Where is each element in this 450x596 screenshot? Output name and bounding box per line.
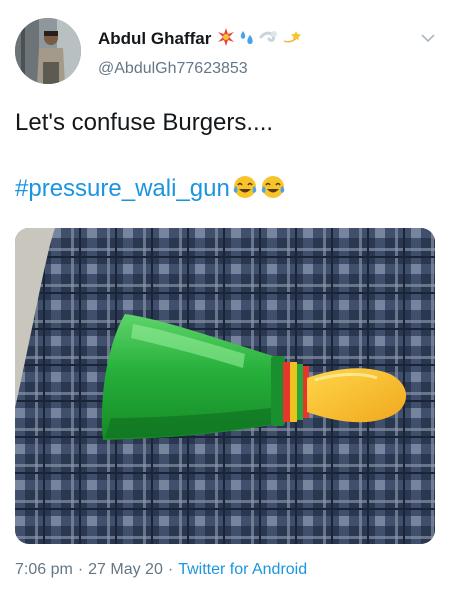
author-name-row: Abdul Ghaffar [98, 27, 302, 51]
avatar[interactable] [15, 18, 81, 84]
tweet-card: Abdul Ghaffar @AbdulGh77623853 Let's con… [0, 0, 450, 596]
chevron-down-icon[interactable] [418, 30, 438, 46]
face-with-tears-of-joy-icon [232, 174, 258, 205]
tweet-date[interactable]: 27 May 20 [88, 561, 163, 579]
hashtag-link[interactable]: #pressure_wali_gun [15, 175, 230, 203]
tweet-time[interactable]: 7:06 pm [15, 561, 73, 579]
dash-icon [259, 28, 279, 51]
author-display-name[interactable]: Abdul Ghaffar [98, 29, 211, 49]
meta-separator: · [77, 561, 84, 578]
dizzy-star-icon [282, 29, 302, 50]
tweet-source-link[interactable]: Twitter for Android [178, 561, 307, 579]
sweat-droplets-icon [238, 28, 256, 51]
tweet-hashtag-line: #pressure_wali_gun [15, 173, 286, 205]
meta-separator: · [167, 561, 174, 578]
face-with-tears-of-joy-icon [260, 174, 286, 205]
tweet-photo[interactable] [15, 228, 435, 544]
author-handle[interactable]: @AbdulGh77623853 [98, 60, 248, 78]
tweet-text: Let's confuse Burgers.... [15, 109, 274, 136]
bottle-toy-gun-photo-icon [15, 228, 435, 544]
tweet-meta: 7:06 pm · 27 May 20 · Twitter for Androi… [15, 561, 307, 579]
sparkle-burst-icon [217, 27, 235, 51]
name-emoji-group [217, 27, 302, 51]
